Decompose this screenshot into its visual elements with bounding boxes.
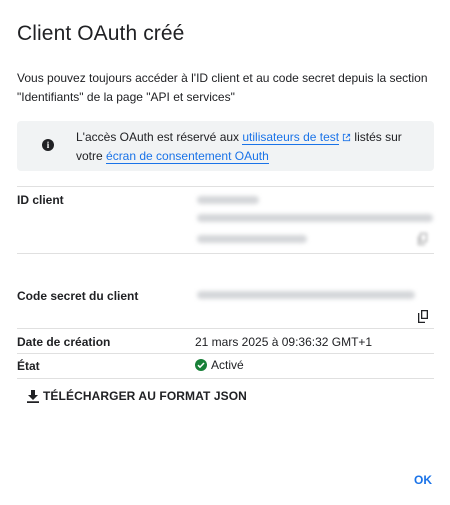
divider [17, 186, 434, 187]
info-banner: i L'accès OAuth est réservé aux utilisat… [17, 121, 434, 171]
divider [17, 328, 434, 329]
info-text-part1: L'accès OAuth est réservé aux [76, 130, 243, 144]
external-link-icon[interactable] [342, 133, 351, 142]
ok-button[interactable]: OK [405, 469, 441, 491]
copy-client-secret-icon[interactable] [416, 309, 430, 323]
creation-date-label: Date de création [17, 335, 111, 349]
client-id-label: ID client [17, 193, 64, 207]
status-badge: Activé [195, 358, 244, 372]
test-users-link[interactable]: utilisateurs de test [242, 130, 340, 145]
status-value: Activé [211, 358, 244, 372]
download-icon [27, 389, 39, 403]
check-circle-icon [195, 359, 207, 371]
copy-client-id-icon[interactable] [416, 232, 430, 246]
dialog-intro-text: Vous pouvez toujours accéder à l'ID clie… [17, 71, 428, 104]
consent-screen-link[interactable]: écran de consentement OAuth [106, 149, 269, 164]
creation-date-value: 21 mars 2025 à 09:36:32 GMT+1 [195, 335, 373, 349]
dialog-title: Client OAuth créé [17, 22, 185, 45]
download-json-button[interactable]: TÉLÉCHARGER AU FORMAT JSON [27, 385, 247, 407]
divider [17, 253, 434, 254]
status-label: État [17, 359, 40, 373]
info-icon: i [42, 139, 54, 151]
download-json-label: TÉLÉCHARGER AU FORMAT JSON [43, 389, 247, 403]
client-secret-label: Code secret du client [17, 289, 139, 303]
info-banner-text: L'accès OAuth est réservé aux utilisateu… [76, 128, 416, 166]
divider [17, 353, 434, 354]
divider [17, 378, 434, 379]
oauth-client-dialog: Client OAuth créé Vous pouvez toujours a… [0, 0, 450, 505]
